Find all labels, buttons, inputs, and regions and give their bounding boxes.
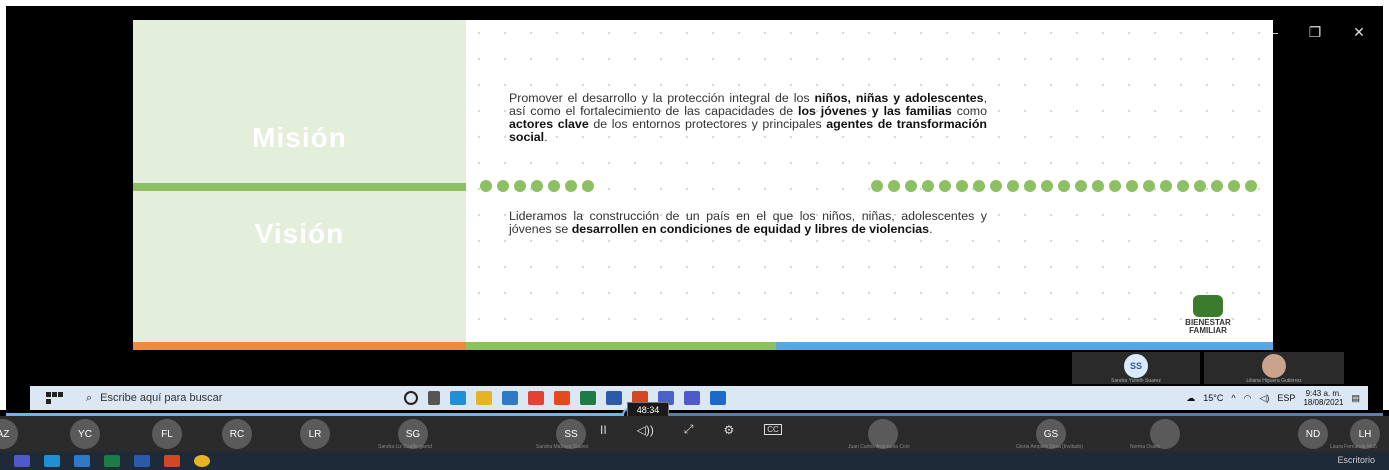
- weather-icon: ☁: [1186, 392, 1196, 403]
- volume-icon[interactable]: ◁): [1260, 393, 1270, 404]
- notification-icon[interactable]: ▤: [1351, 393, 1360, 404]
- search-placeholder: Escribe aquí para buscar: [100, 392, 223, 404]
- avatar[interactable]: YC: [70, 419, 100, 449]
- teams-icon[interactable]: [14, 455, 30, 467]
- chevron-up-icon[interactable]: ^: [1231, 393, 1235, 403]
- participant-name: Sandra Mabaya Suarez: [536, 444, 589, 450]
- player-controls: II ◁)) ⤢ ⚙ CC: [600, 422, 782, 437]
- mision-title: Misión: [252, 122, 347, 153]
- avatar: [1262, 354, 1286, 378]
- taskbar-search[interactable]: ⌕ Escribe aquí para buscar: [80, 388, 386, 408]
- lang-label[interactable]: ESP: [1277, 393, 1295, 403]
- settings-icon[interactable]: ⚙: [724, 423, 735, 437]
- participant-name: Sandra Liz Osalfe garnd: [378, 444, 432, 450]
- logo-text: BIENESTAR FAMILIAR: [1185, 318, 1231, 335]
- excel-icon[interactable]: [104, 455, 120, 467]
- family-icon: [1193, 295, 1223, 317]
- edge-icon[interactable]: [450, 391, 466, 405]
- dots-right: [871, 180, 1257, 192]
- top-border: [0, 0, 1389, 6]
- powerpoint-icon[interactable]: [164, 455, 180, 467]
- participant-tile[interactable]: Liliana Higuera Gutiérrez: [1204, 352, 1344, 384]
- avatar[interactable]: FL: [152, 419, 182, 449]
- mail-icon[interactable]: [502, 391, 518, 405]
- participant-name: Laura Fernanda Muñ: [1330, 444, 1377, 450]
- chrome-icon[interactable]: [528, 391, 544, 405]
- excel-icon[interactable]: [580, 391, 596, 405]
- avatar[interactable]: LR: [300, 419, 330, 449]
- section-divider: [133, 183, 466, 191]
- participant-name: Norma Osaro: [1130, 444, 1161, 450]
- chrome-icon[interactable]: [194, 455, 210, 467]
- weather-temp[interactable]: 15°C: [1203, 393, 1223, 403]
- volume-icon[interactable]: ◁)): [637, 423, 654, 437]
- bottom-stripes: [133, 342, 1273, 350]
- vision-title: Visión: [254, 218, 345, 249]
- clock[interactable]: 9:43 a. m. 18/08/2021: [1303, 389, 1343, 407]
- close-button[interactable]: ✕: [1337, 18, 1381, 46]
- left-border: [0, 0, 6, 410]
- vision-text: Lideramos la construcción de un país en …: [509, 209, 987, 236]
- desktop-label[interactable]: Escritorio: [1337, 455, 1375, 465]
- system-tray: ☁ 15°C ^ ◠ ◁) ESP 9:43 a. m. 18/08/2021 …: [1186, 386, 1360, 410]
- taskbar-apps: [404, 391, 726, 405]
- teams-icon[interactable]: [684, 391, 700, 405]
- participant-name: Gloria Amparo Sosa (Invitado): [1016, 444, 1083, 450]
- avatar: SS: [1124, 354, 1148, 378]
- ie-icon[interactable]: [44, 455, 60, 467]
- avatar[interactable]: RC: [222, 419, 252, 449]
- folder-icon[interactable]: [476, 391, 492, 405]
- windows-start-icon[interactable]: [46, 392, 68, 404]
- pause-icon[interactable]: II: [600, 423, 607, 437]
- word-icon[interactable]: [606, 391, 622, 405]
- avatar[interactable]: AZ: [0, 419, 18, 449]
- presentation-slide: Misión Visión Promover el desarrollo y l…: [133, 20, 1273, 350]
- windows-taskbar: ⌕ Escribe aquí para buscar ☁ 15°C ^ ◠ ◁)…: [30, 386, 1368, 410]
- participant-name: Liliana Higuera Gutiérrez: [1246, 378, 1302, 384]
- avatar[interactable]: ND: [1298, 419, 1328, 449]
- right-border: [1383, 0, 1389, 410]
- mision-text: Promover el desarrollo y la protección i…: [509, 91, 988, 144]
- word-icon[interactable]: [134, 455, 150, 467]
- search-icon: ⌕: [86, 391, 93, 404]
- bienestar-logo: BIENESTAR FAMILIAR: [1178, 295, 1238, 340]
- dots-left: [480, 180, 594, 192]
- media-icon[interactable]: [710, 391, 726, 405]
- fullscreen-icon[interactable]: ⤢: [684, 422, 694, 437]
- office-icon[interactable]: [554, 391, 570, 405]
- cortana-icon[interactable]: [404, 391, 418, 405]
- wifi-icon[interactable]: ◠: [1244, 393, 1252, 404]
- captions-icon[interactable]: CC: [764, 424, 782, 435]
- restore-button[interactable]: ❐: [1293, 18, 1337, 46]
- participant-name: Juan Carlos Avarzuela Colo: [848, 444, 910, 450]
- outlook-icon[interactable]: [74, 455, 90, 467]
- participant-name: Sandra Yulieth Suarez: [1111, 378, 1161, 384]
- participant-tile[interactable]: SS Sandra Yulieth Suarez: [1072, 352, 1200, 384]
- task-view-icon[interactable]: [428, 391, 440, 405]
- host-taskbar: [0, 452, 1389, 470]
